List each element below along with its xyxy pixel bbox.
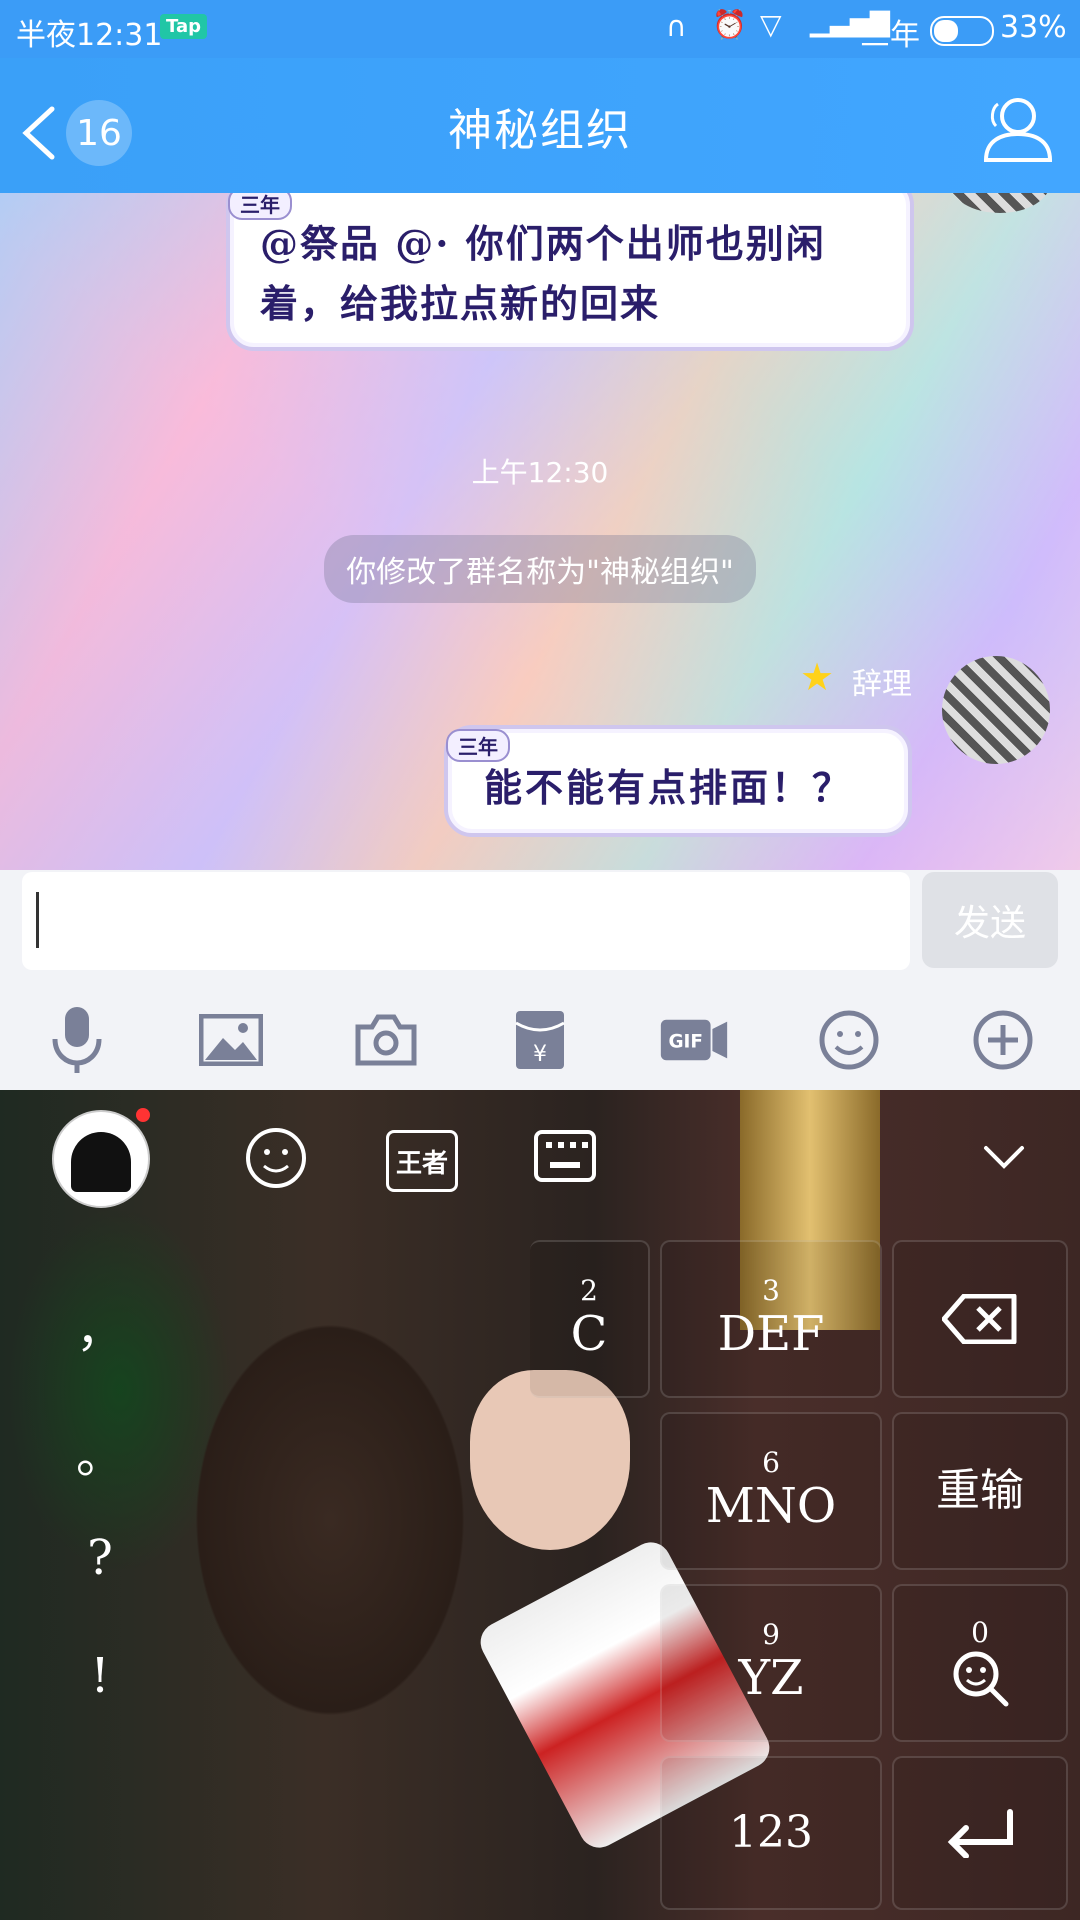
member-title-tag: 三年: [446, 729, 510, 762]
star-icon: ★: [800, 655, 835, 699]
keyboard-icon[interactable]: [534, 1130, 596, 1182]
svg-text:¥: ¥: [533, 1042, 547, 1067]
system-message-text: 你修改了群名称为"神秘组织": [324, 535, 756, 603]
key-0[interactable]: 0: [892, 1584, 1068, 1742]
message-text: 能不能有点排面！？: [484, 765, 854, 810]
headphone-icon: ∩: [666, 10, 687, 43]
emoji-icon[interactable]: [244, 1126, 308, 1190]
avatar[interactable]: [942, 656, 1050, 764]
message-timestamp: 上午12:30: [471, 456, 609, 489]
group-members-icon[interactable]: [978, 90, 1054, 166]
unread-count-badge: 16: [66, 100, 132, 166]
gif-icon[interactable]: GIF: [659, 1005, 729, 1075]
input-toolbar: ¥ GIF: [0, 990, 1080, 1090]
message-bubble[interactable]: 能不能有点排面！？: [444, 725, 912, 837]
message-input[interactable]: [22, 872, 910, 970]
page-title: 神秘组织: [448, 104, 632, 156]
system-notice: 你修改了群名称为"神秘组织": [0, 535, 1080, 603]
avatar[interactable]: [950, 193, 1050, 213]
status-time: 半夜12:31: [16, 18, 163, 53]
microphone-icon[interactable]: [42, 1005, 112, 1075]
battery-icon: [930, 16, 994, 46]
enter-key[interactable]: [892, 1756, 1068, 1910]
image-icon[interactable]: [196, 1005, 266, 1075]
sender-name: 辞理: [852, 667, 912, 702]
symbol-key-comma[interactable]: ，: [70, 1290, 130, 1360]
message-text-line: 着，给我拉点新的回来: [260, 281, 661, 326]
numeric-key[interactable]: 123: [660, 1756, 882, 1910]
status-bar: 半夜12:31 Tap ∩ ⏰ ▽ ▁▃▅▇ 三年 33%: [0, 0, 1080, 58]
key-9[interactable]: 9 YZ: [660, 1584, 882, 1742]
notification-dot: [136, 1108, 150, 1122]
collapse-chevron-icon[interactable]: [982, 1144, 1026, 1172]
tap-app-icon: Tap: [160, 14, 207, 39]
emoji-search-icon: [953, 1651, 1009, 1707]
member-title-tag: 三年: [228, 193, 292, 220]
battery-percent: 33%: [1000, 10, 1067, 45]
send-button[interactable]: 发送: [922, 872, 1058, 968]
wifi-icon: ▽: [760, 8, 782, 41]
message-text-line: @祭品 @· 你们两个出师也别闲: [260, 221, 826, 266]
carrier-name: 三年: [860, 18, 920, 53]
symbol-key-exclaim[interactable]: !: [70, 1648, 130, 1704]
message-bubble[interactable]: @祭品 @· 你们两个出师也别闲 着，给我拉点新的回来: [226, 193, 914, 351]
key-6[interactable]: 6 MNO: [660, 1412, 882, 1570]
enter-icon: [947, 1809, 1013, 1858]
backspace-icon: [942, 1294, 1017, 1344]
back-button[interactable]: 16: [18, 98, 158, 168]
text-caret: [36, 892, 39, 948]
red-packet-icon[interactable]: ¥: [505, 1005, 575, 1075]
symbol-key-period[interactable]: 。: [70, 1416, 130, 1486]
key-2[interactable]: 2 C: [530, 1240, 650, 1398]
camera-icon[interactable]: [351, 1005, 421, 1075]
chat-area[interactable]: @祭品 @· 你们两个出师也别闲 着，给我拉点新的回来 三年 上午12:30 你…: [0, 193, 1080, 870]
chevron-left-icon: [22, 106, 55, 160]
plus-icon[interactable]: [968, 1005, 1038, 1075]
chat-header: 神秘组织 16: [0, 58, 1080, 193]
emoji-icon[interactable]: [814, 1005, 884, 1075]
alarm-icon: ⏰: [712, 8, 747, 41]
wangzhe-icon[interactable]: 王者: [386, 1130, 458, 1192]
avatar[interactable]: [52, 1110, 150, 1208]
symbol-key-question[interactable]: ?: [70, 1530, 130, 1586]
svg-text:GIF: GIF: [669, 1031, 704, 1052]
reenter-key[interactable]: 重输: [892, 1412, 1068, 1570]
backspace-key[interactable]: [892, 1240, 1068, 1398]
key-3[interactable]: 3 DEF: [660, 1240, 882, 1398]
